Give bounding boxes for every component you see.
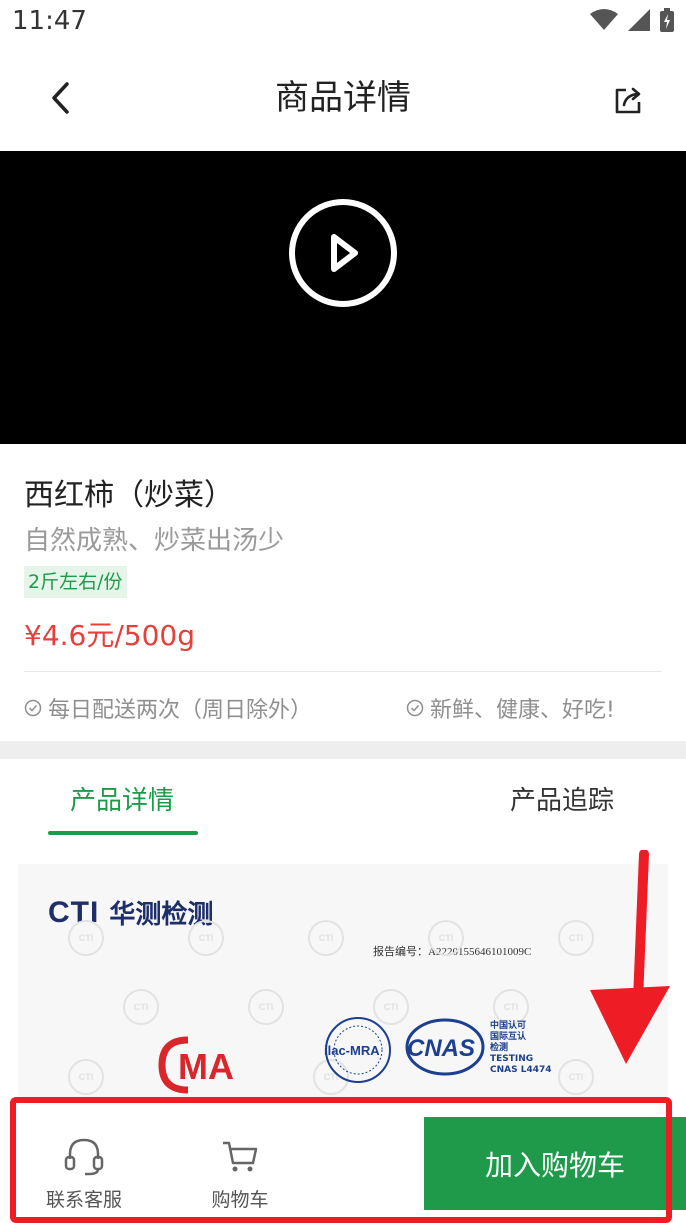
cart-icon	[223, 1141, 258, 1172]
cnas-text: CNAS	[407, 1035, 475, 1062]
cma-text: MA	[178, 1046, 234, 1087]
cti-watermark: CTI	[188, 920, 224, 956]
signal-icon	[628, 9, 650, 31]
share-button[interactable]	[606, 78, 650, 122]
tab-active-indicator	[48, 831, 198, 835]
product-name: 西红柿（炒菜）	[24, 478, 234, 513]
cti-watermark: CTI	[68, 920, 104, 956]
check-circle-icon	[24, 699, 42, 717]
tab-product-details[interactable]: 产品详情	[70, 780, 174, 817]
feature-fresh: 新鲜、健康、好吃!	[406, 692, 615, 724]
play-icon	[289, 199, 397, 307]
red-arrow-annotation	[590, 850, 670, 1064]
product-price: ¥4.6元/500g	[24, 619, 195, 652]
tab-product-tracking[interactable]: 产品追踪	[510, 780, 614, 817]
cti-watermark: CTI	[493, 989, 529, 1025]
divider	[24, 671, 662, 672]
certificate-image: CTI 华测检测 报告编号：A2220155646101009C CTI CTI…	[18, 864, 668, 1114]
status-time: 11:47	[12, 6, 87, 36]
cnas-caption-line: 中国认可	[490, 1021, 527, 1031]
cnas-logo: CNAS	[405, 1018, 485, 1076]
cti-watermark: CTI	[123, 989, 159, 1025]
contact-service-label: 联系客服	[45, 1189, 122, 1211]
section-separator	[0, 741, 686, 759]
cart-button[interactable]: 购物车	[190, 1135, 290, 1212]
status-icons	[590, 8, 674, 32]
cnas-caption-line: 检测	[490, 1043, 509, 1053]
headset-icon	[64, 1138, 104, 1176]
share-icon	[615, 87, 641, 114]
cti-watermark: CTI	[428, 920, 464, 956]
add-to-cart-button[interactable]: 加入购物车	[424, 1117, 686, 1210]
feature-text: 每日配送两次（周日除外）	[48, 698, 313, 723]
cart-label: 购物车	[211, 1189, 269, 1211]
check-circle-icon	[406, 699, 424, 717]
feature-text: 新鲜、健康、好吃!	[430, 698, 615, 723]
contact-service-button[interactable]: 联系客服	[34, 1135, 134, 1212]
feature-delivery: 每日配送两次（周日除外）	[24, 692, 312, 724]
cnas-caption-line: 国际互认	[490, 1032, 527, 1042]
cma-logo: MA	[158, 1036, 234, 1094]
battery-icon	[660, 8, 674, 32]
cti-watermark: CTI	[308, 920, 344, 956]
ilac-logo: ilac-MRA	[324, 1017, 391, 1083]
product-spec-badge: 2斤左右/份	[24, 566, 127, 598]
product-subtitle: 自然成熟、炒菜出汤少	[24, 526, 285, 556]
page-title: 商品详情	[275, 78, 411, 118]
cnas-caption-line: CNAS L4474	[490, 1065, 552, 1075]
cnas-caption-line: TESTING	[490, 1054, 534, 1064]
ilac-text: ilac-MRA	[324, 1043, 380, 1058]
wifi-icon	[590, 9, 618, 30]
cti-watermark: CTI	[248, 989, 284, 1025]
cti-watermark: CTI	[68, 1059, 104, 1095]
play-button[interactable]	[288, 198, 398, 308]
cnas-caption: 中国认可 国际互认 检测 TESTING CNAS L4474	[490, 1021, 552, 1076]
